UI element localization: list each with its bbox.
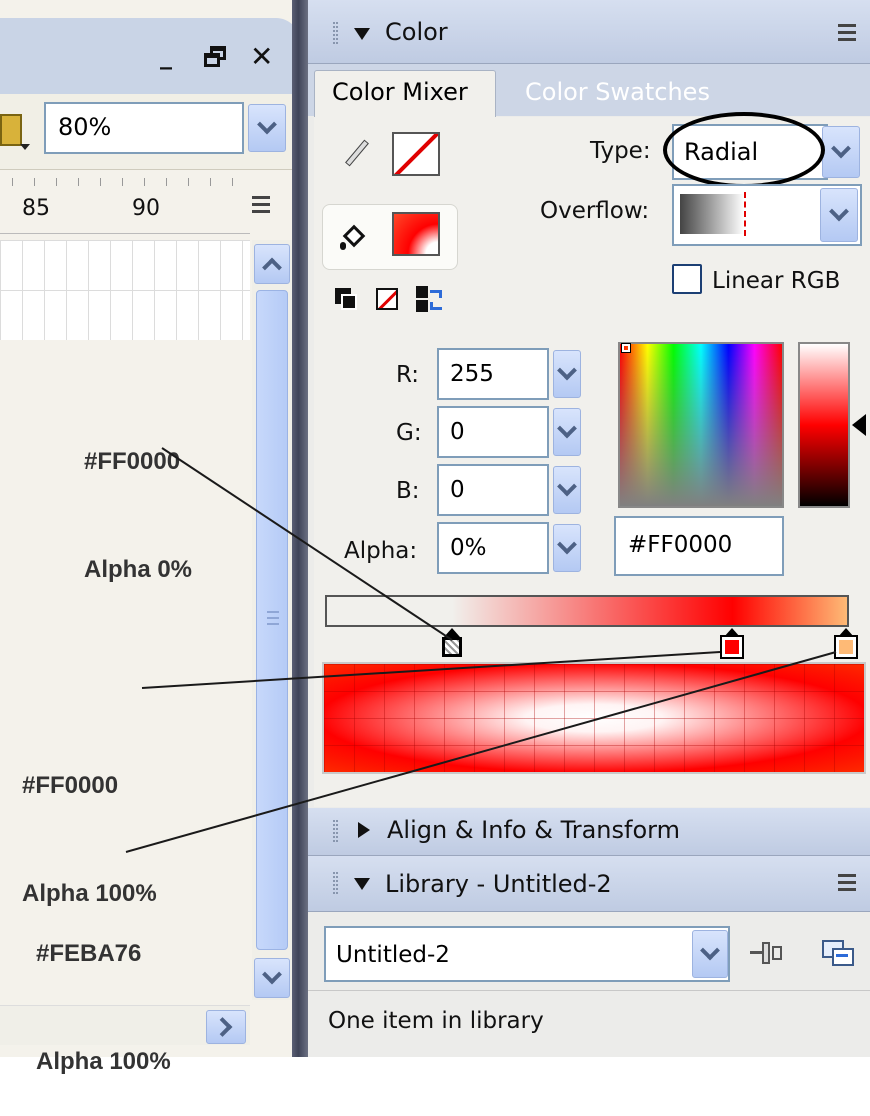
callout-line — [161, 447, 453, 641]
callout-lines — [125, 447, 837, 853]
callout-line — [141, 651, 721, 689]
